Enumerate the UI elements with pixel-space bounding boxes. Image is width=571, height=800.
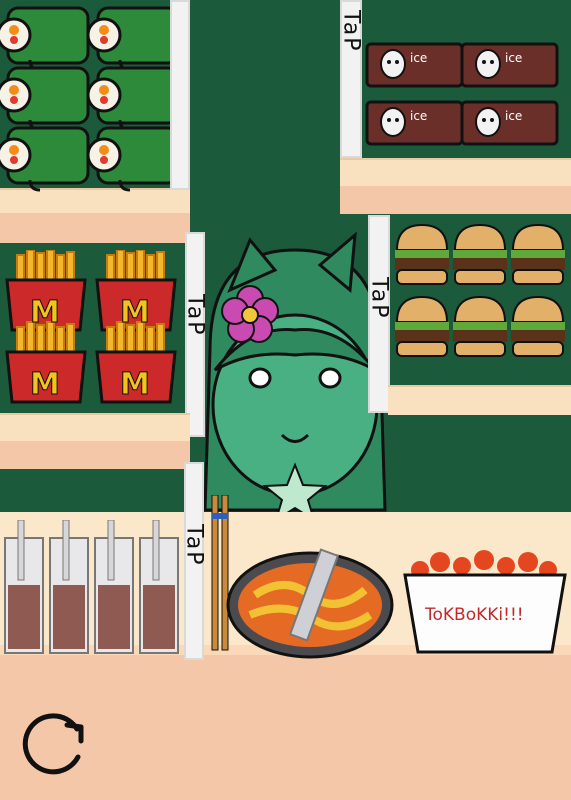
icecream-bars[interactable]: ice ice ice ice (365, 38, 565, 153)
fries-stack[interactable]: M M M M (5, 250, 185, 415)
tteokbokki-label: ToKBoKKi!!! (424, 605, 524, 625)
reload-button[interactable] (15, 705, 100, 785)
tteokbokki-cup[interactable]: ToKBoKKi!!! (400, 540, 570, 658)
svg-text:ice: ice (505, 51, 522, 65)
fries-tap-tab[interactable]: TaP (182, 232, 208, 437)
icecream-tap-label: TaP (338, 10, 364, 53)
kimbap-stack[interactable] (0, 0, 185, 195)
svg-text:ice: ice (410, 109, 427, 123)
drinks-tap-label: TaP (181, 524, 207, 567)
burger-stack[interactable] (392, 220, 570, 382)
svg-text:M: M (30, 367, 60, 402)
reload-icon (22, 713, 84, 775)
burger-tap-label: TaP (366, 277, 392, 320)
fries-tap-label: TaP (182, 294, 208, 337)
drinks-row[interactable] (0, 520, 182, 660)
burger-tap-tab[interactable]: TaP (366, 215, 392, 413)
svg-text:M: M (120, 367, 150, 402)
drinks-tap-tab[interactable]: TaP (181, 462, 207, 660)
icecream-text: ice (410, 51, 427, 65)
fries-logo: M (30, 295, 60, 330)
icecream-shelf (340, 158, 571, 188)
icecream-shelf-front (340, 186, 571, 214)
kimbap-tap-tab[interactable] (170, 0, 190, 190)
ramen-pan[interactable] (225, 545, 395, 665)
icecream-tap-tab[interactable]: TaP (338, 0, 364, 158)
kimbap-shelf-front (0, 213, 190, 243)
fries-shelf-front (0, 441, 190, 469)
svg-text:ice: ice (505, 109, 522, 123)
svg-text:M: M (120, 295, 150, 330)
fries-shelf (0, 413, 190, 443)
burger-shelf (388, 385, 571, 415)
